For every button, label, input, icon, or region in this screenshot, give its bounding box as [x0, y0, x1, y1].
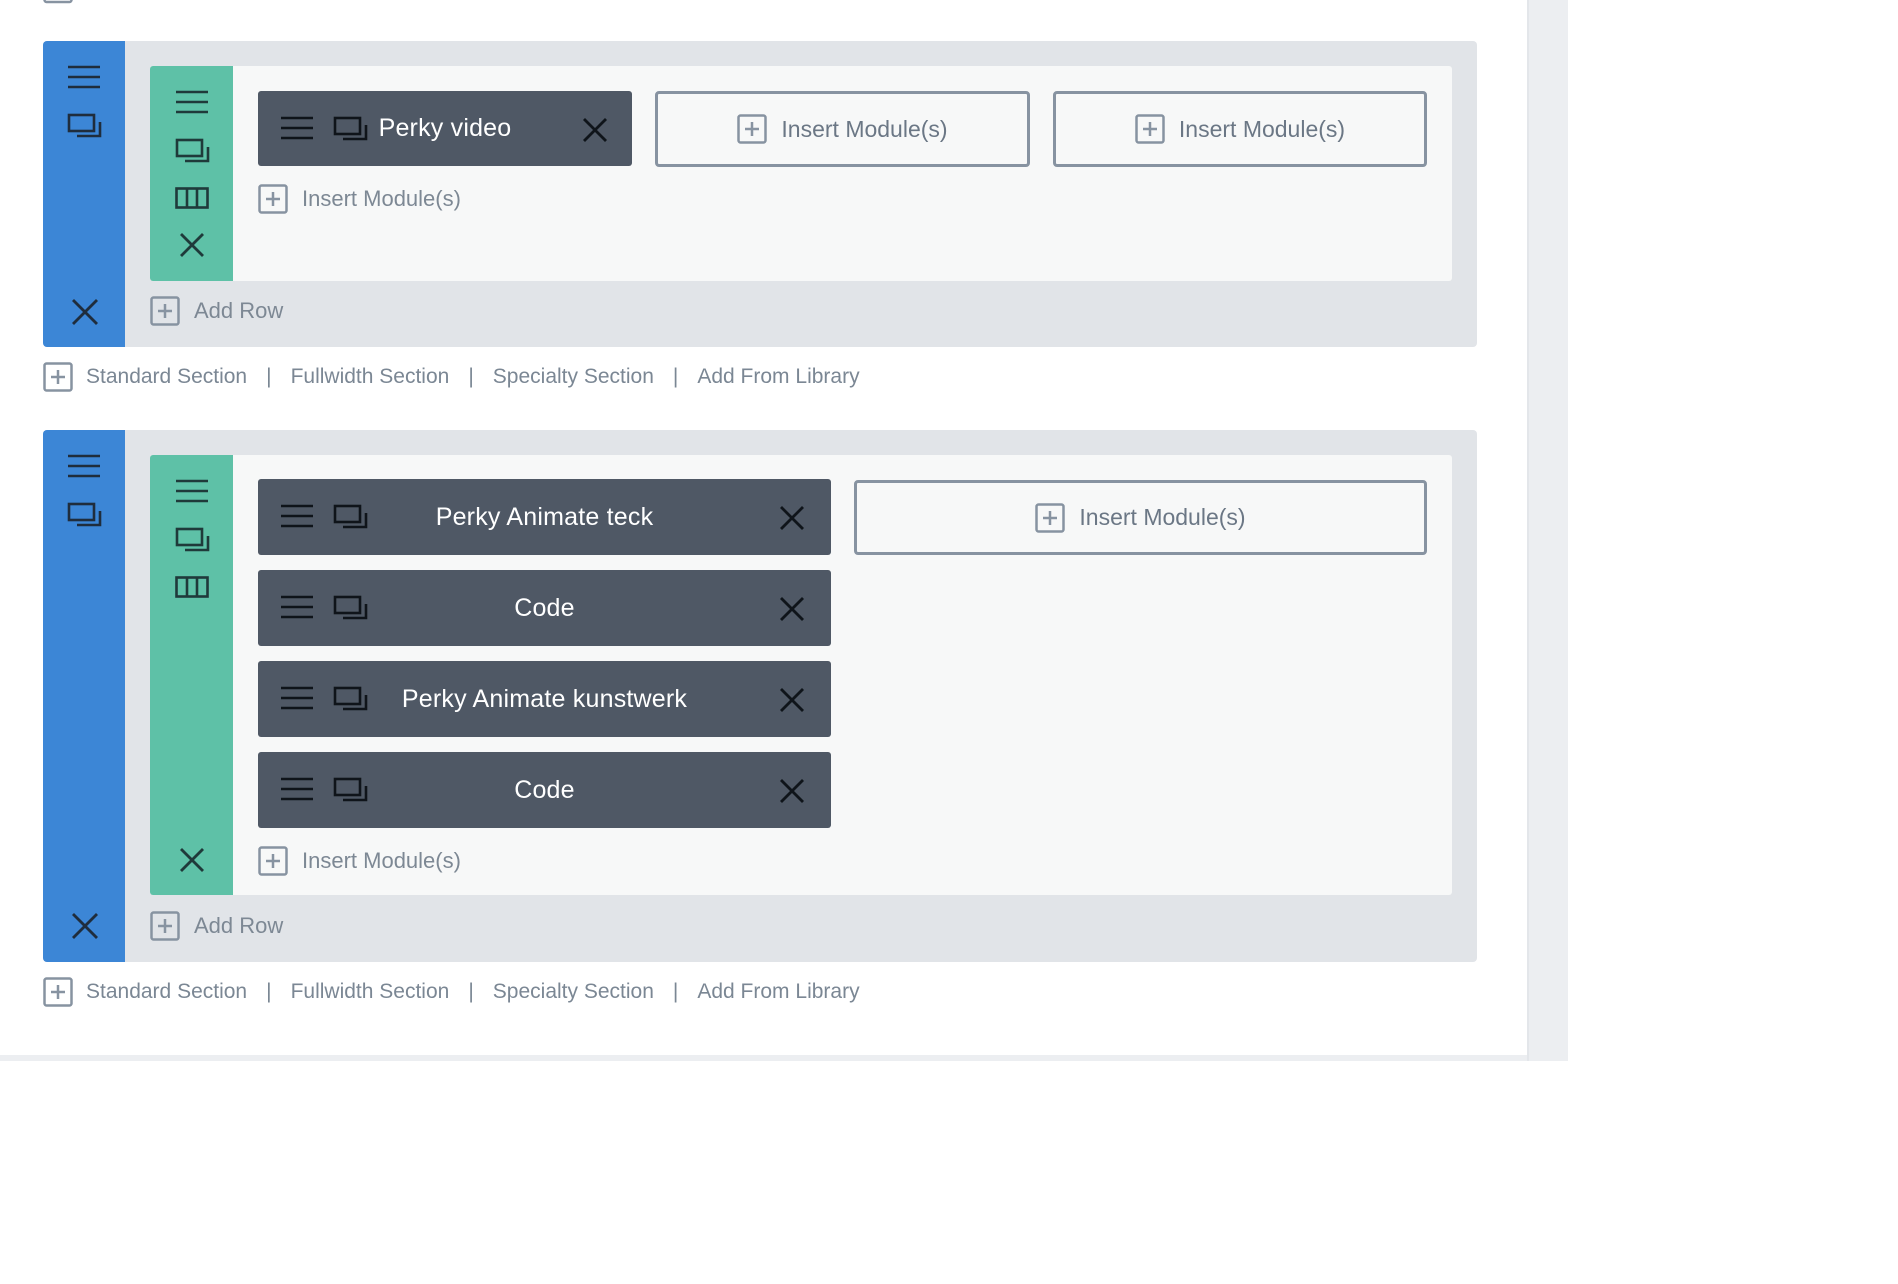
- module-title: Perky Animate kunstwerk: [401, 684, 688, 713]
- row-1: Perky video Insert Module(s) Insert Modu…: [150, 66, 1452, 281]
- section-toolbar: [43, 430, 125, 962]
- separator: |: [672, 365, 679, 388]
- module-perky-animate-teck[interactable]: Perky Animate teck: [258, 479, 831, 555]
- row-toolbar: [150, 455, 233, 895]
- plus-square-icon: [150, 296, 180, 326]
- plus-square-icon: [737, 114, 768, 144]
- section-delete-close-icon[interactable]: [71, 298, 99, 326]
- add-row-link[interactable]: Add Row: [150, 911, 283, 941]
- section-move-hamburger-icon[interactable]: [67, 65, 101, 91]
- specialty-section-link[interactable]: Specialty Section: [493, 365, 654, 389]
- standard-section-link[interactable]: Standard Section: [86, 980, 247, 1004]
- insert-module-link[interactable]: Insert Module(s): [258, 184, 461, 214]
- row-columns-icon[interactable]: [175, 576, 209, 598]
- plus-square-icon: [43, 362, 73, 392]
- specialty-section-link[interactable]: Specialty Section: [493, 980, 654, 1004]
- insert-module-link[interactable]: Insert Module(s): [258, 846, 461, 876]
- module-perky-video[interactable]: Perky video: [258, 91, 632, 166]
- section-move-hamburger-icon[interactable]: [67, 454, 101, 480]
- section-duplicate-icon[interactable]: [67, 113, 103, 139]
- separator: |: [468, 980, 474, 1003]
- section-toolbar: [43, 41, 125, 347]
- module-delete-close-icon[interactable]: [779, 778, 805, 804]
- module-delete-close-icon[interactable]: [779, 687, 805, 713]
- plus-square-icon: [258, 184, 288, 214]
- row-columns-icon[interactable]: [175, 187, 209, 209]
- plus-square-icon: [150, 911, 180, 941]
- module-code[interactable]: Code: [258, 752, 831, 828]
- separator: |: [468, 365, 474, 388]
- add-from-library-link[interactable]: Add From Library: [697, 980, 859, 1004]
- row-move-hamburger-icon[interactable]: [175, 479, 209, 505]
- plus-square-icon: [43, 977, 73, 1007]
- separator: |: [672, 980, 679, 1003]
- section-2: Perky Animate teck Code Perky Animate ku…: [43, 430, 1477, 962]
- module-perky-animate-kunstwerk[interactable]: Perky Animate kunstwerk: [258, 661, 831, 737]
- insert-module-button[interactable]: Insert Module(s): [1053, 91, 1427, 167]
- row-delete-close-icon[interactable]: [179, 847, 205, 873]
- module-title: Perky video: [378, 114, 512, 142]
- section-delete-close-icon[interactable]: [71, 912, 99, 940]
- module-delete-close-icon[interactable]: [779, 505, 805, 531]
- plus-square-icon: [43, 0, 73, 4]
- separator: |: [266, 980, 272, 1003]
- fullwidth-section-link[interactable]: Fullwidth Section: [291, 365, 450, 389]
- row-toolbar: [150, 66, 233, 281]
- module-delete-close-icon[interactable]: [779, 596, 805, 622]
- module-title: Code: [514, 593, 575, 622]
- section-1: Perky video Insert Module(s) Insert Modu…: [43, 41, 1477, 347]
- row-duplicate-icon[interactable]: [175, 138, 211, 164]
- plus-square-icon: [1135, 114, 1165, 144]
- bottom-gutter: [0, 1055, 1527, 1061]
- row-1: Perky Animate teck Code Perky Animate ku…: [150, 455, 1452, 895]
- module-title: Perky Animate teck: [435, 502, 654, 531]
- standard-section-link[interactable]: Standard Section: [86, 365, 247, 389]
- module-title: Code: [514, 775, 575, 804]
- row-delete-close-icon[interactable]: [179, 232, 205, 258]
- section-duplicate-icon[interactable]: [67, 502, 103, 528]
- plus-square-icon: [1035, 502, 1066, 533]
- right-gutter: [1527, 0, 1568, 1061]
- module-delete-close-icon[interactable]: [582, 117, 608, 143]
- add-from-library-link[interactable]: Add From Library: [697, 365, 859, 389]
- page-builder-canvas: Perky video Insert Module(s) Insert Modu…: [0, 0, 1568, 1061]
- add-section-links: Standard Section | Fullwidth Section | S…: [43, 362, 860, 392]
- insert-module-button[interactable]: Insert Module(s): [655, 91, 1030, 167]
- add-row-link[interactable]: Add Row: [150, 296, 283, 326]
- insert-module-button[interactable]: Insert Module(s): [854, 480, 1427, 555]
- separator: |: [266, 365, 272, 388]
- row-duplicate-icon[interactable]: [175, 527, 211, 553]
- fullwidth-section-link[interactable]: Fullwidth Section: [291, 980, 450, 1004]
- row-move-hamburger-icon[interactable]: [175, 90, 209, 116]
- plus-square-icon: [258, 846, 288, 876]
- module-code[interactable]: Code: [258, 570, 831, 646]
- add-section-links: Standard Section | Fullwidth Section | S…: [43, 977, 860, 1007]
